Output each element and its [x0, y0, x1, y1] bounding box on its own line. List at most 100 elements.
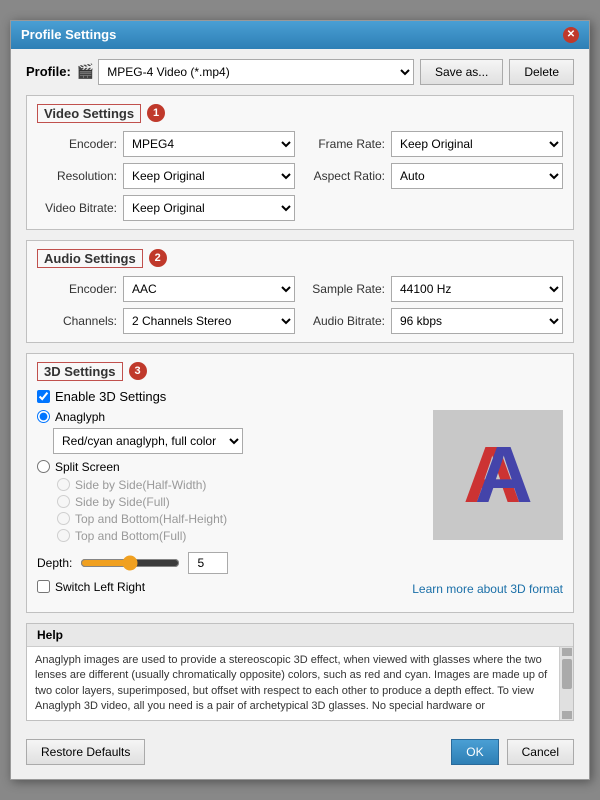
side-by-side-half-label: Side by Side(Half-Width) [75, 478, 206, 492]
audio-bitrate-select[interactable]: 96 kbps [391, 308, 563, 334]
frame-rate-label: Frame Rate: [305, 137, 385, 151]
bottom-3d-row: Switch Left Right Learn more about 3D fo… [37, 580, 563, 598]
depth-label: Depth: [37, 556, 72, 570]
audio-encoder-label: Encoder: [37, 282, 117, 296]
video-settings-title: Video Settings [37, 104, 141, 123]
top-bottom-full-radio[interactable] [57, 529, 70, 542]
side-by-side-half-radio[interactable] [57, 478, 70, 491]
video-settings-badge: 1 [147, 104, 165, 122]
profile-select[interactable]: MPEG-4 Video (*.mp4) [98, 59, 414, 85]
depth-slider[interactable] [80, 555, 180, 571]
frame-rate-select[interactable]: Keep Original [391, 131, 563, 157]
switch-left-right-checkbox[interactable] [37, 580, 50, 593]
video-bitrate-row: Video Bitrate: Keep Original [37, 195, 295, 221]
side-by-side-full-label: Side by Side(Full) [75, 495, 170, 509]
audio-settings-grid: Encoder: AAC Sample Rate: 44100 Hz Chann… [37, 276, 563, 334]
audio-bitrate-label: Audio Bitrate: [305, 314, 385, 328]
3d-settings-title: 3D Settings [37, 362, 123, 381]
help-title: Help [27, 624, 573, 647]
profile-icon: 🎬 [77, 63, 94, 80]
audio-settings-badge: 2 [149, 249, 167, 267]
sample-rate-select[interactable]: 44100 Hz [391, 276, 563, 302]
footer: Restore Defaults OK Cancel [26, 731, 574, 769]
learn-more-link[interactable]: Learn more about 3D format [412, 582, 563, 596]
footer-right-buttons: OK Cancel [451, 739, 574, 765]
depth-row: Depth: 5 [37, 552, 563, 574]
encoder-select[interactable]: MPEG4 [123, 131, 295, 157]
top-bottom-half-radio[interactable] [57, 512, 70, 525]
video-bitrate-label: Video Bitrate: [37, 201, 117, 215]
title-bar: Profile Settings ✕ [11, 21, 589, 49]
aspect-ratio-row: Aspect Ratio: Auto [305, 163, 563, 189]
frame-rate-row: Frame Rate: Keep Original [305, 131, 563, 157]
anaglyph-radio[interactable] [37, 410, 50, 423]
profile-select-wrapper: 🎬 MPEG-4 Video (*.mp4) [77, 59, 414, 85]
side-by-side-full-row: Side by Side(Full) [37, 495, 423, 509]
top-bottom-half-row: Top and Bottom(Half-Height) [37, 512, 423, 526]
split-screen-radio-row: Split Screen [37, 460, 423, 474]
anaglyph-type-select[interactable]: Red/cyan anaglyph, full color [53, 428, 243, 454]
scrollbar[interactable] [559, 647, 573, 721]
sample-rate-label: Sample Rate: [305, 282, 385, 296]
split-screen-label: Split Screen [55, 460, 120, 474]
top-bottom-full-row: Top and Bottom(Full) [37, 529, 423, 543]
video-settings-section: Video Settings 1 Encoder: MPEG4 Frame Ra… [26, 95, 574, 230]
channels-select[interactable]: 2 Channels Stereo [123, 308, 295, 334]
audio-encoder-select[interactable]: AAC [123, 276, 295, 302]
video-bitrate-select[interactable]: Keep Original [123, 195, 295, 221]
3d-settings-section: 3D Settings 3 Enable 3D Settings Anaglyp… [26, 353, 574, 613]
help-section: Help Anaglyph images are used to provide… [26, 623, 574, 722]
audio-settings-header: Audio Settings 2 [37, 249, 563, 268]
ok-button[interactable]: OK [451, 739, 498, 765]
resolution-select[interactable]: Keep Original [123, 163, 295, 189]
aspect-ratio-label: Aspect Ratio: [305, 169, 385, 183]
audio-settings-title: Audio Settings [37, 249, 143, 268]
3d-settings-badge: 3 [129, 362, 147, 380]
depth-number-input[interactable]: 5 [188, 552, 228, 574]
3d-settings-header: 3D Settings 3 [37, 362, 563, 381]
encoder-row: Encoder: MPEG4 [37, 131, 295, 157]
cancel-button[interactable]: Cancel [507, 739, 574, 765]
dialog-body: Profile: 🎬 MPEG-4 Video (*.mp4) Save as.… [11, 49, 589, 780]
anaglyph-radio-row: Anaglyph [37, 410, 423, 424]
audio-settings-section: Audio Settings 2 Encoder: AAC Sample Rat… [26, 240, 574, 343]
anaglyph-select-row: Red/cyan anaglyph, full color [37, 428, 423, 454]
aspect-ratio-select[interactable]: Auto [391, 163, 563, 189]
encoder-label: Encoder: [37, 137, 117, 151]
anaglyph-label: Anaglyph [55, 410, 105, 424]
enable-3d-label: Enable 3D Settings [55, 389, 166, 404]
restore-defaults-button[interactable]: Restore Defaults [26, 739, 145, 765]
close-button[interactable]: ✕ [563, 27, 579, 43]
delete-button[interactable]: Delete [509, 59, 574, 85]
profile-settings-dialog: Profile Settings ✕ Profile: 🎬 MPEG-4 Vid… [10, 20, 590, 781]
profile-label: Profile: [26, 64, 71, 79]
3d-inner: Anaglyph Red/cyan anaglyph, full color S… [37, 410, 563, 546]
resolution-label: Resolution: [37, 169, 117, 183]
audio-encoder-row: Encoder: AAC [37, 276, 295, 302]
switch-left-right-row: Switch Left Right [37, 580, 145, 594]
profile-row: Profile: 🎬 MPEG-4 Video (*.mp4) Save as.… [26, 59, 574, 85]
help-content-wrapper: Anaglyph images are used to provide a st… [27, 647, 573, 721]
video-settings-grid: Encoder: MPEG4 Frame Rate: Keep Original… [37, 131, 563, 221]
top-bottom-full-label: Top and Bottom(Full) [75, 529, 186, 543]
help-text: Anaglyph images are used to provide a st… [27, 647, 559, 721]
audio-bitrate-row: Audio Bitrate: 96 kbps [305, 308, 563, 334]
dialog-title: Profile Settings [21, 27, 116, 42]
sample-rate-row: Sample Rate: 44100 Hz [305, 276, 563, 302]
scrollbar-thumb[interactable] [562, 659, 572, 689]
anaglyph-letter-blue: A [475, 429, 533, 521]
enable-3d-checkbox[interactable] [37, 390, 50, 403]
enable-3d-row: Enable 3D Settings [37, 389, 563, 404]
3d-left: Anaglyph Red/cyan anaglyph, full color S… [37, 410, 423, 546]
video-settings-header: Video Settings 1 [37, 104, 563, 123]
split-screen-radio[interactable] [37, 460, 50, 473]
anaglyph-preview: A A [433, 410, 563, 540]
channels-label: Channels: [37, 314, 117, 328]
save-as-button[interactable]: Save as... [420, 59, 503, 85]
switch-left-right-label: Switch Left Right [55, 580, 145, 594]
resolution-row: Resolution: Keep Original [37, 163, 295, 189]
side-by-side-full-radio[interactable] [57, 495, 70, 508]
channels-row: Channels: 2 Channels Stereo [37, 308, 295, 334]
side-by-side-half-row: Side by Side(Half-Width) [37, 478, 423, 492]
top-bottom-half-label: Top and Bottom(Half-Height) [75, 512, 227, 526]
